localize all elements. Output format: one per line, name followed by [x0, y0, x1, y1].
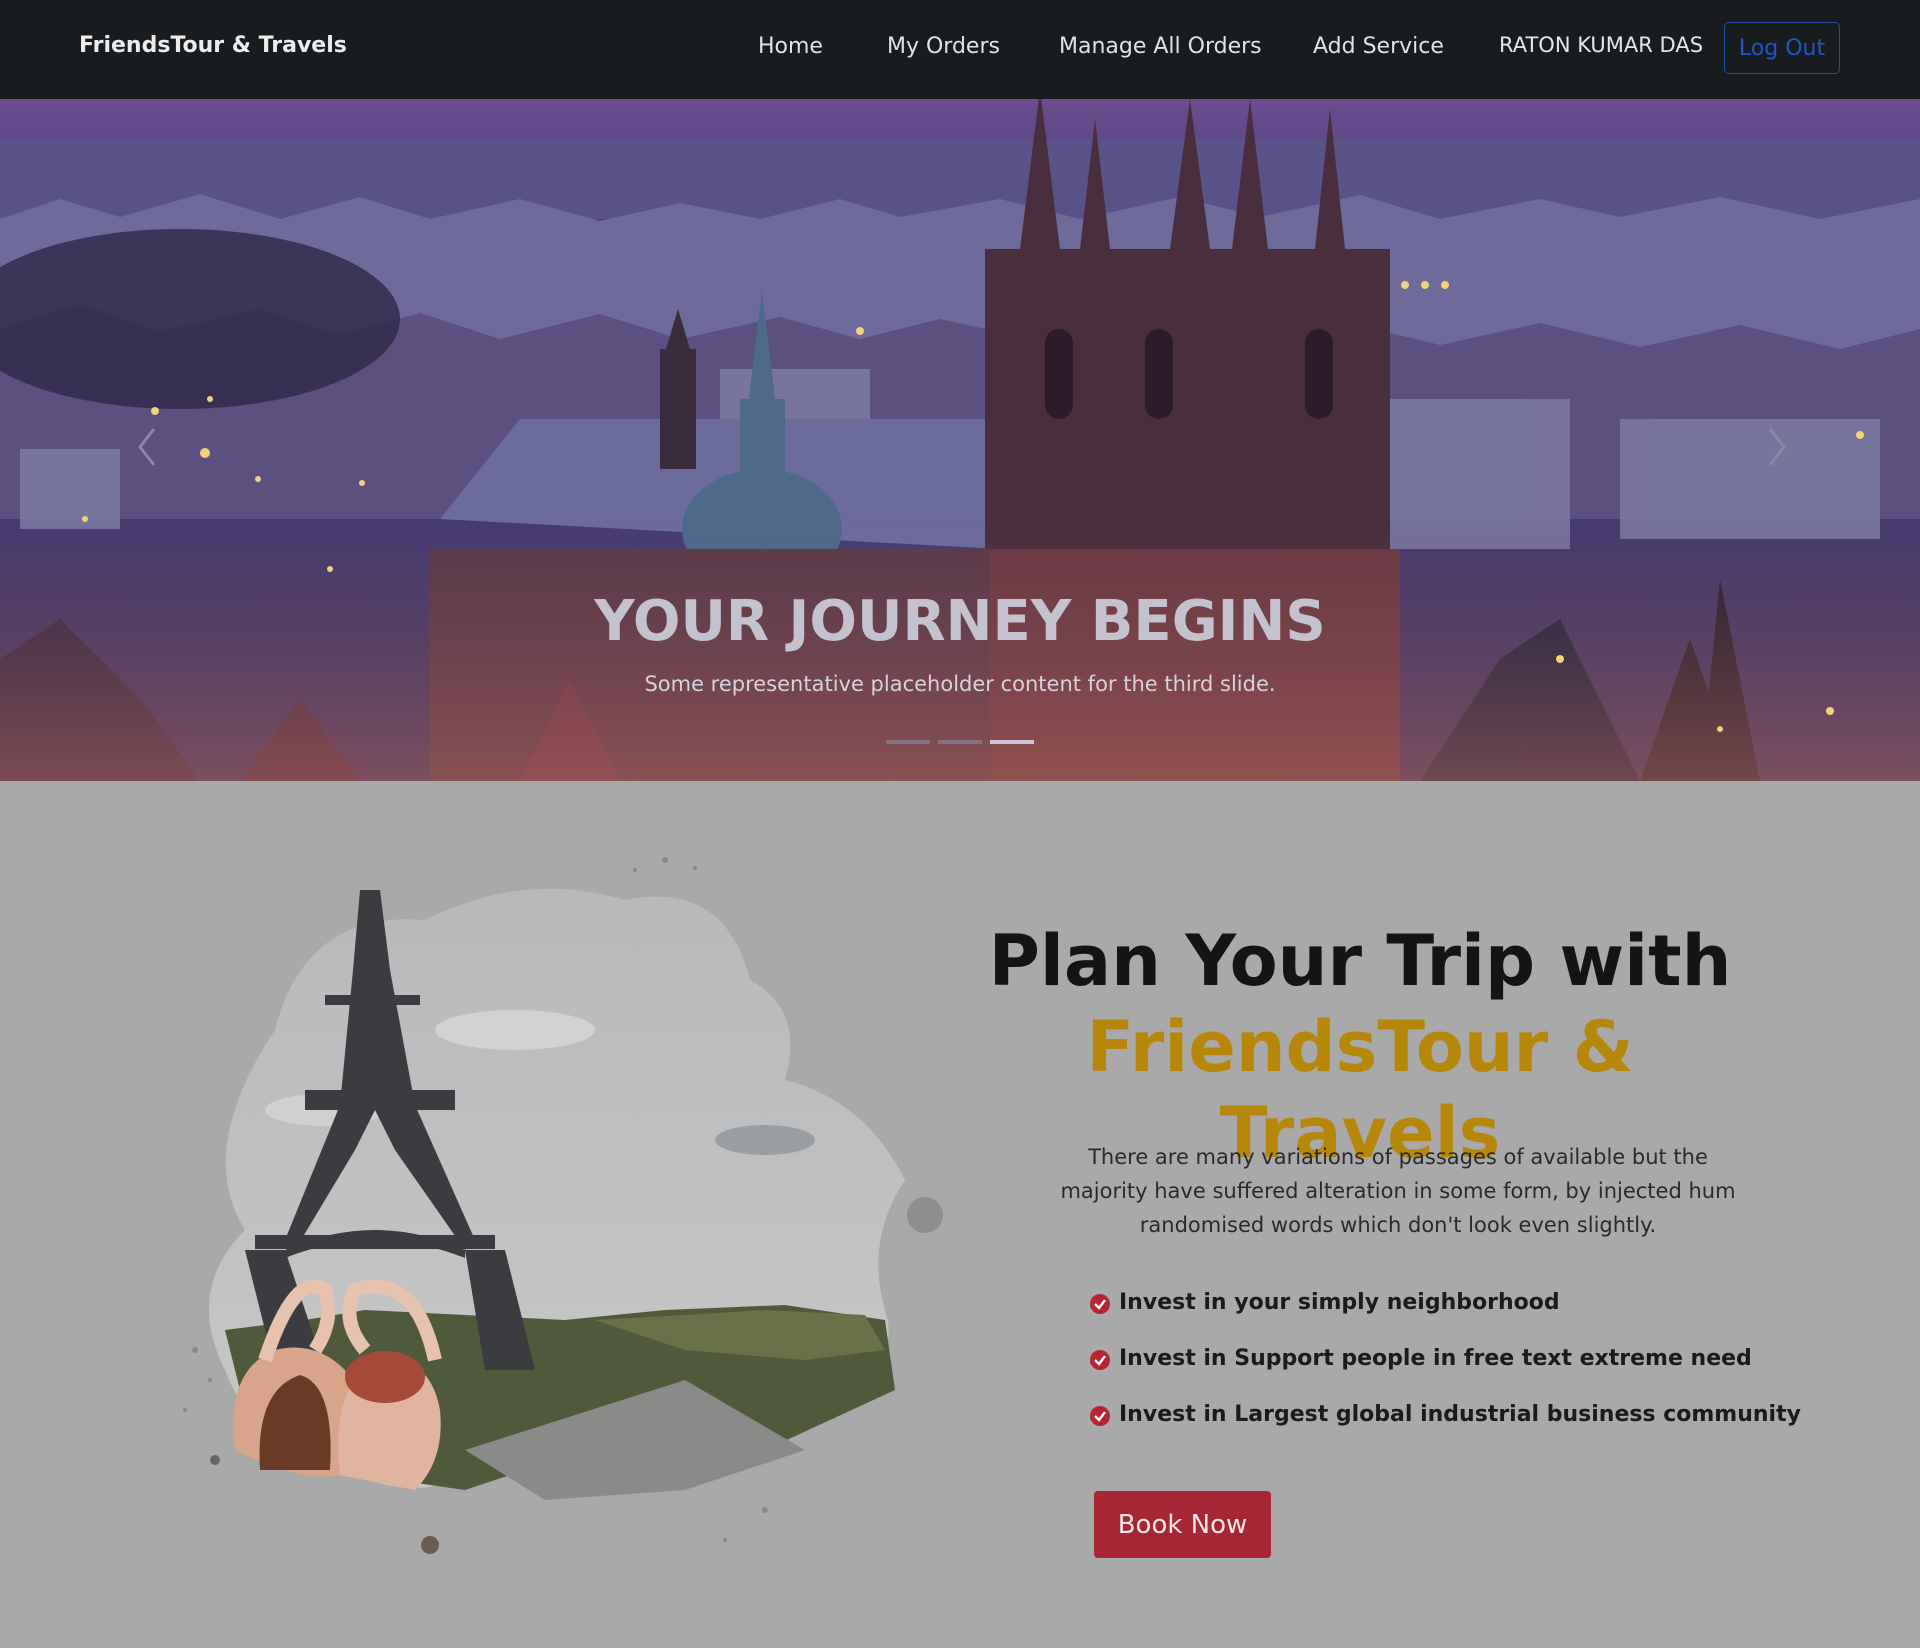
- eiffel-tower-image: [183, 857, 943, 1554]
- feature-text: Invest in Support people in free text ex…: [1119, 1346, 1752, 1371]
- carousel-indicator-1[interactable]: [886, 740, 930, 744]
- carousel-indicator-2[interactable]: [938, 740, 982, 744]
- nav-link-my-orders[interactable]: My Orders: [887, 34, 1000, 59]
- nav-link-add-service[interactable]: Add Service: [1313, 34, 1444, 59]
- carousel-indicator-3[interactable]: [990, 740, 1034, 744]
- nav-link-home[interactable]: Home: [758, 34, 823, 59]
- chevron-left-icon[interactable]: [126, 417, 166, 477]
- plan-heading-line1: Plan Your Trip with: [988, 920, 1732, 1002]
- plan-heading: Plan Your Trip with FriendsTour & Travel…: [980, 918, 1740, 1176]
- feature-text: Invest in Largest global industrial busi…: [1119, 1402, 1801, 1427]
- hero-title: YOUR JOURNEY BEGINS: [594, 589, 1326, 654]
- hero-subtitle: Some representative placeholder content …: [644, 672, 1276, 696]
- top-navbar: FriendsTour & Travels Home My Orders Man…: [0, 0, 1920, 99]
- chevron-right-icon[interactable]: [1758, 417, 1798, 477]
- carousel-indicators: [0, 740, 1920, 744]
- user-name: RATON KUMAR DAS: [1499, 33, 1704, 57]
- hero-carousel: YOUR JOURNEY BEGINS Some representative …: [0, 99, 1920, 781]
- feature-text: Invest in your simply neighborhood: [1119, 1290, 1560, 1315]
- check-circle-icon: [1090, 1294, 1110, 1314]
- check-circle-icon: [1090, 1406, 1110, 1426]
- book-now-button[interactable]: Book Now: [1094, 1491, 1271, 1558]
- nav-link-manage-all-orders[interactable]: Manage All Orders: [1059, 34, 1262, 59]
- check-circle-icon: [1090, 1350, 1110, 1370]
- logout-button[interactable]: Log Out: [1724, 22, 1840, 74]
- plan-description: There are many variations of passages of…: [1060, 1145, 1736, 1237]
- brand-logo[interactable]: FriendsTour & Travels: [79, 33, 347, 58]
